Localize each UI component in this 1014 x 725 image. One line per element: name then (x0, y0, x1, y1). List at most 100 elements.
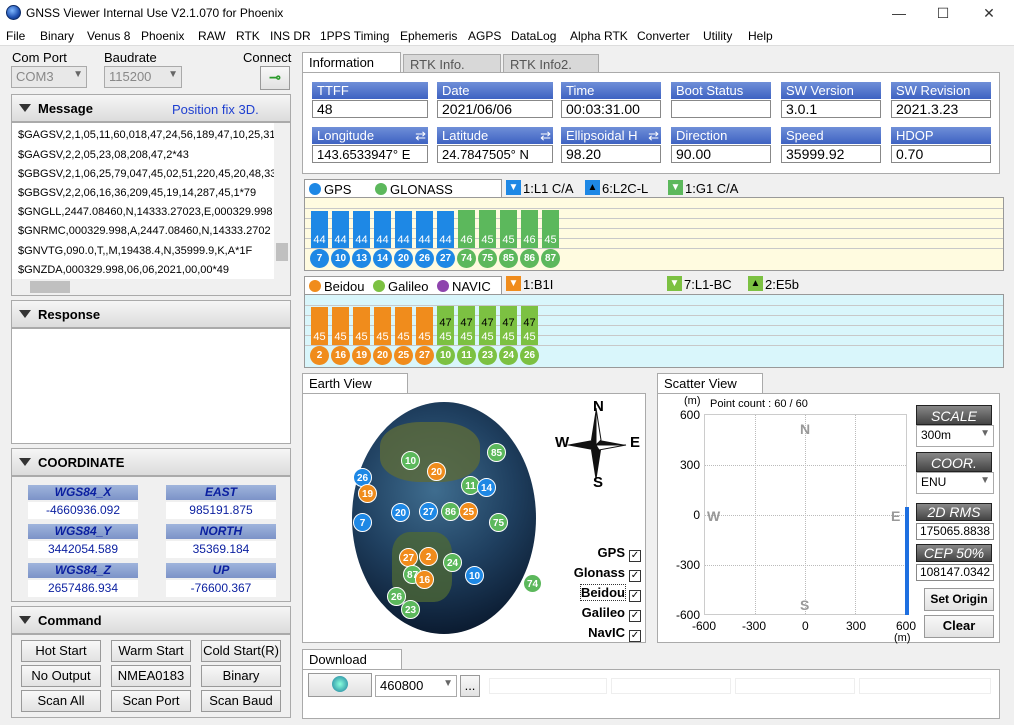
scatter-x-tick: -300 (742, 619, 767, 633)
checkbox-checked-icon[interactable]: ✓ (629, 590, 641, 602)
refresh-icon[interactable]: ⇄ (648, 127, 659, 144)
scan-baud-button[interactable]: Scan Baud (201, 690, 281, 712)
satellite-marker[interactable]: 23 (401, 600, 420, 619)
satellite-marker[interactable]: 85 (487, 443, 506, 462)
response-list[interactable] (11, 328, 291, 444)
warm-start-button[interactable]: Warm Start (111, 640, 191, 662)
baudrate-value: 115200 (109, 69, 152, 84)
coor-select[interactable]: ENU ▼ (916, 472, 994, 494)
vertical-scrollbar[interactable] (274, 123, 290, 279)
download-baud-select[interactable]: 460800 ▼ (375, 675, 457, 697)
maximize-button[interactable]: ☐ (920, 0, 966, 26)
menu-alphartk[interactable]: Alpha RTK (570, 29, 628, 43)
menu-converter[interactable]: Converter (637, 29, 690, 43)
menu-file[interactable]: File (6, 29, 25, 43)
horizontal-scrollbar[interactable] (12, 279, 290, 295)
download-status-3 (735, 678, 855, 694)
satellite-marker[interactable]: 75 (489, 513, 508, 532)
filter-gps[interactable]: GPS ✓ (553, 545, 641, 562)
coordinate-header[interactable]: COORDINATE (11, 448, 291, 476)
menu-1pps[interactable]: 1PPS Timing (320, 29, 389, 43)
menu-ephemeris[interactable]: Ephemeris (400, 29, 457, 43)
tab-information[interactable]: Information (302, 52, 401, 74)
download-button[interactable] (308, 673, 372, 697)
close-button[interactable]: ✕ (966, 0, 1012, 26)
menu-raw[interactable]: RAW (198, 29, 226, 43)
menu-insdr[interactable]: INS DR (270, 29, 311, 43)
snr-value: 47 (523, 317, 536, 329)
satellite-marker[interactable]: 10 (401, 451, 420, 470)
satellite-marker[interactable]: 2 (419, 547, 438, 566)
tab-rtk-info2[interactable]: RTK Info2. (503, 54, 599, 74)
connect-label: Connect (243, 50, 292, 65)
satellite-marker[interactable]: 86 (441, 502, 460, 521)
snr-value: 44 (355, 234, 368, 246)
menu-help[interactable]: Help (748, 29, 773, 43)
tab-earth-view[interactable]: Earth View (302, 373, 408, 395)
checkbox-checked-icon[interactable]: ✓ (629, 610, 641, 622)
binary-button[interactable]: Binary (201, 665, 281, 687)
response-header[interactable]: Response (11, 300, 291, 328)
satellite-marker[interactable]: 20 (427, 462, 446, 481)
prn-badge: 75 (478, 249, 497, 268)
checkbox-checked-icon[interactable]: ✓ (629, 630, 641, 642)
baudrate-select[interactable]: 115200 ▼ (104, 66, 182, 88)
filter-glonass[interactable]: Glonass ✓ (553, 565, 641, 582)
menu-utility[interactable]: Utility (703, 29, 732, 43)
satellite-marker[interactable]: 27 (419, 502, 438, 521)
refresh-icon[interactable]: ⇄ (415, 127, 426, 144)
satellite-marker[interactable]: 74 (523, 574, 542, 593)
tab-scatter-view[interactable]: Scatter View (657, 373, 763, 395)
com-port-select[interactable]: COM3 ▼ (11, 66, 87, 88)
tab-rtk-info[interactable]: RTK Info. (403, 54, 501, 74)
connect-button[interactable]: ⊸ (260, 66, 290, 90)
menu-venus8[interactable]: Venus 8 (87, 29, 130, 43)
no-output-button[interactable]: No Output (21, 665, 101, 687)
nmea0183-button[interactable]: NMEA0183 (111, 665, 191, 687)
menu-rtk[interactable]: RTK (236, 29, 260, 43)
snr-value: 45 (502, 234, 515, 246)
menu-binary[interactable]: Binary (40, 29, 74, 43)
hot-start-button[interactable]: Hot Start (21, 640, 101, 662)
menu-datalog[interactable]: DataLog (511, 29, 556, 43)
prn-badge: 74 (457, 249, 476, 268)
grid-line (305, 345, 1003, 346)
satellite-marker[interactable]: 10 (465, 566, 484, 585)
nmea-line: $GBGSV,2,2,06,16,36,209,45,19,14,287,45,… (18, 187, 257, 199)
scan-all-button[interactable]: Scan All (21, 690, 101, 712)
satellite-marker[interactable]: 16 (415, 570, 434, 589)
menu-phoenix[interactable]: Phoenix (141, 29, 184, 43)
tab-download[interactable]: Download (302, 649, 402, 671)
checkbox-checked-icon[interactable]: ✓ (629, 550, 641, 562)
filter-galileo[interactable]: Galileo ✓ (553, 605, 641, 622)
satellite-marker[interactable]: 25 (459, 502, 478, 521)
satellite-marker[interactable]: 7 (353, 513, 372, 532)
wgs84-z-value: 2657486.934 (28, 580, 138, 597)
message-list[interactable]: $GAGSV,2,1,05,11,60,018,47,24,56,189,47,… (11, 122, 291, 296)
minimize-button[interactable]: — (876, 0, 922, 26)
set-origin-button[interactable]: Set Origin (924, 588, 994, 611)
satellite-marker[interactable]: 27 (399, 548, 418, 567)
filter-navic[interactable]: NavIC ✓ (553, 625, 641, 642)
refresh-icon[interactable]: ⇄ (540, 127, 551, 144)
satellite-marker[interactable]: 14 (477, 478, 496, 497)
cold-start-button[interactable]: Cold Start(R) (201, 640, 281, 662)
menu-agps[interactable]: AGPS (468, 29, 501, 43)
scale-select[interactable]: 300m ▼ (916, 425, 994, 447)
message-header[interactable]: Message Position fix 3D. (11, 94, 291, 122)
scrollbar-thumb[interactable] (276, 243, 288, 261)
snr-value: 44 (439, 234, 452, 246)
command-header[interactable]: Command (11, 606, 291, 634)
browse-button[interactable]: ... (460, 675, 480, 697)
satellite-marker[interactable]: 20 (391, 503, 410, 522)
legend-beidou-label: Beidou (324, 279, 365, 294)
snr-value: 45 (481, 234, 494, 246)
scan-port-button[interactable]: Scan Port (111, 690, 191, 712)
clear-button[interactable]: Clear (924, 615, 994, 638)
satellite-marker[interactable]: 19 (358, 484, 377, 503)
satellite-marker[interactable]: 24 (443, 553, 462, 572)
scrollbar-thumb[interactable] (30, 281, 70, 293)
filter-beidou[interactable]: Beidou ✓ (553, 584, 641, 602)
signal-b1i-icon: ▼ (506, 276, 521, 291)
checkbox-checked-icon[interactable]: ✓ (629, 570, 641, 582)
